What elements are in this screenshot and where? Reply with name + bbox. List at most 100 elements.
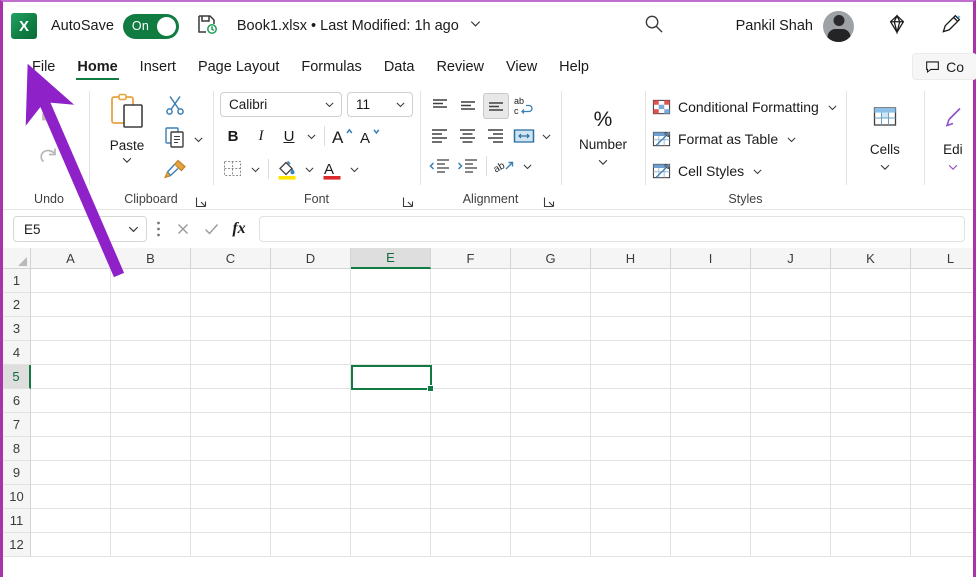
cell-K6[interactable]: [831, 389, 911, 413]
cell-C3[interactable]: [191, 317, 271, 341]
cell-H6[interactable]: [591, 389, 671, 413]
row-header-8[interactable]: 8: [3, 437, 31, 461]
cell-D12[interactable]: [271, 533, 351, 557]
cell-A10[interactable]: [31, 485, 111, 509]
cell-J12[interactable]: [751, 533, 831, 557]
ribbon-group-cells[interactable]: Cells: [846, 84, 924, 210]
tab-formulas[interactable]: Formulas: [290, 59, 372, 82]
avatar[interactable]: [823, 11, 854, 42]
cell-C11[interactable]: [191, 509, 271, 533]
cell-F8[interactable]: [431, 437, 511, 461]
cell-F6[interactable]: [431, 389, 511, 413]
orientation-button[interactable]: ab: [492, 153, 518, 179]
ribbon-group-editing[interactable]: Edi: [924, 84, 976, 210]
cell-F1[interactable]: [431, 269, 511, 293]
cell-A12[interactable]: [31, 533, 111, 557]
cell-H4[interactable]: [591, 341, 671, 365]
cell-E3[interactable]: [351, 317, 431, 341]
cell-D4[interactable]: [271, 341, 351, 365]
cell-B2[interactable]: [111, 293, 191, 317]
font-color-button[interactable]: A: [319, 156, 345, 182]
cell-D2[interactable]: [271, 293, 351, 317]
cell-J9[interactable]: [751, 461, 831, 485]
cell-K5[interactable]: [831, 365, 911, 389]
cell-B8[interactable]: [111, 437, 191, 461]
cell-I1[interactable]: [671, 269, 751, 293]
row-header-11[interactable]: 11: [3, 509, 31, 533]
cell-C10[interactable]: [191, 485, 271, 509]
ribbon-group-number[interactable]: % Number: [561, 84, 645, 210]
cell-E9[interactable]: [351, 461, 431, 485]
enter-formula-icon[interactable]: [197, 216, 225, 242]
copy-icon[interactable]: [164, 126, 186, 153]
cell-J7[interactable]: [751, 413, 831, 437]
row-header-4[interactable]: 4: [3, 341, 31, 365]
format-as-table-button[interactable]: Format as Table: [652, 126, 839, 152]
cell-C2[interactable]: [191, 293, 271, 317]
column-header-l[interactable]: L: [911, 248, 973, 269]
cell-I9[interactable]: [671, 461, 751, 485]
underline-chevron-down-icon[interactable]: [304, 123, 319, 149]
cell-K11[interactable]: [831, 509, 911, 533]
column-header-a[interactable]: A: [31, 248, 111, 269]
cell-A8[interactable]: [31, 437, 111, 461]
cell-E1[interactable]: [351, 269, 431, 293]
cell-H11[interactable]: [591, 509, 671, 533]
font-color-chevron-down-icon[interactable]: [347, 156, 362, 182]
cell-styles-button[interactable]: Cell Styles: [652, 158, 839, 184]
tab-data[interactable]: Data: [373, 59, 426, 82]
tab-home[interactable]: Home: [66, 59, 128, 82]
font-dialog-launcher-icon[interactable]: [402, 195, 414, 207]
row-header-5[interactable]: 5: [3, 365, 31, 389]
cell-L3[interactable]: [911, 317, 973, 341]
cell-I2[interactable]: [671, 293, 751, 317]
cell-B3[interactable]: [111, 317, 191, 341]
cell-D5[interactable]: [271, 365, 351, 389]
cell-G7[interactable]: [511, 413, 591, 437]
cell-J11[interactable]: [751, 509, 831, 533]
align-right-button[interactable]: [483, 123, 509, 149]
cell-H12[interactable]: [591, 533, 671, 557]
cell-A6[interactable]: [31, 389, 111, 413]
cell-L5[interactable]: [911, 365, 973, 389]
alignment-dialog-launcher-icon[interactable]: [543, 195, 555, 207]
user-name[interactable]: Pankil Shah: [736, 18, 813, 34]
cell-A5[interactable]: [31, 365, 111, 389]
align-bottom-button[interactable]: [483, 93, 509, 119]
cell-H9[interactable]: [591, 461, 671, 485]
column-header-g[interactable]: G: [511, 248, 591, 269]
cell-E10[interactable]: [351, 485, 431, 509]
cell-K4[interactable]: [831, 341, 911, 365]
cell-K7[interactable]: [831, 413, 911, 437]
cell-K8[interactable]: [831, 437, 911, 461]
cell-L7[interactable]: [911, 413, 973, 437]
pen-edit-icon[interactable]: [940, 12, 963, 40]
formula-input[interactable]: [259, 216, 965, 242]
cell-I4[interactable]: [671, 341, 751, 365]
cell-F4[interactable]: [431, 341, 511, 365]
cell-H2[interactable]: [591, 293, 671, 317]
cell-B1[interactable]: [111, 269, 191, 293]
underline-button[interactable]: U: [276, 123, 302, 149]
cell-J8[interactable]: [751, 437, 831, 461]
align-left-button[interactable]: [427, 123, 453, 149]
row-header-10[interactable]: 10: [3, 485, 31, 509]
cell-A2[interactable]: [31, 293, 111, 317]
cell-D9[interactable]: [271, 461, 351, 485]
align-middle-button[interactable]: [455, 93, 481, 119]
column-header-e[interactable]: E: [351, 248, 431, 269]
cell-E2[interactable]: [351, 293, 431, 317]
column-header-i[interactable]: I: [671, 248, 751, 269]
cell-F12[interactable]: [431, 533, 511, 557]
cell-F10[interactable]: [431, 485, 511, 509]
search-icon[interactable]: [643, 13, 664, 39]
cut-icon[interactable]: [164, 94, 186, 121]
cell-K12[interactable]: [831, 533, 911, 557]
cell-A3[interactable]: [31, 317, 111, 341]
title-chevron-down-icon[interactable]: [468, 16, 483, 36]
cell-C9[interactable]: [191, 461, 271, 485]
cell-F3[interactable]: [431, 317, 511, 341]
paste-button[interactable]: Paste: [96, 88, 158, 188]
cell-B10[interactable]: [111, 485, 191, 509]
font-family-select[interactable]: Calibri: [220, 92, 342, 117]
